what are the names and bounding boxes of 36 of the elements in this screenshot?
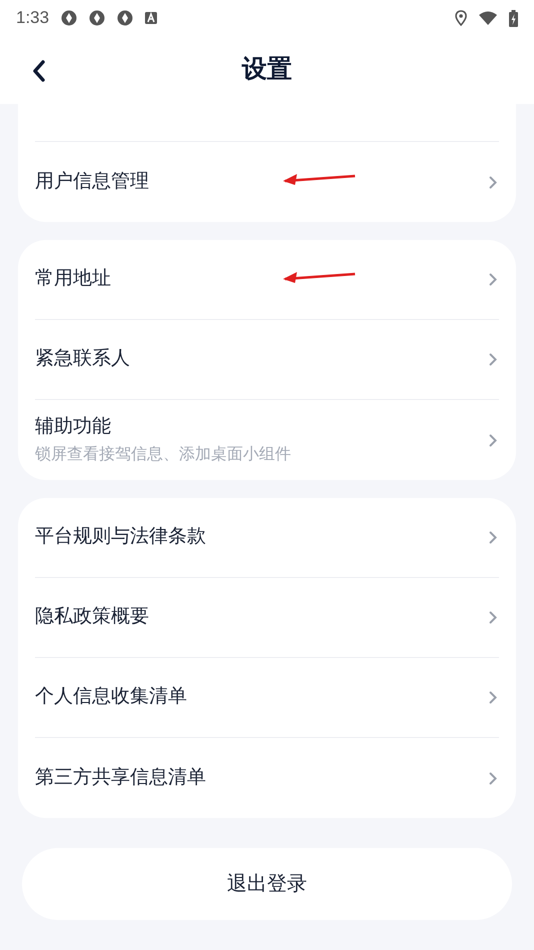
back-icon bbox=[32, 60, 46, 82]
row-label: 隐私政策概要 bbox=[35, 605, 149, 630]
settings-row[interactable]: 辅助功能 锁屏查看接驾信息、添加桌面小组件 bbox=[35, 400, 499, 480]
chevron-right-icon bbox=[489, 434, 497, 446]
chevron-right-icon bbox=[489, 531, 497, 544]
settings-row[interactable]: 常用地址 bbox=[35, 240, 499, 320]
row-subtitle: 锁屏查看接驾信息、添加桌面小组件 bbox=[35, 444, 291, 466]
row-label: 紧急联系人 bbox=[35, 347, 130, 372]
location-icon bbox=[455, 10, 467, 26]
chevron-right-icon bbox=[489, 176, 497, 188]
page-title: 设置 bbox=[242, 54, 292, 86]
a-icon bbox=[145, 12, 158, 24]
row-label: 个人信息收集清单 bbox=[35, 685, 187, 710]
settings-row[interactable]: 平台规则与法律条款 bbox=[35, 498, 499, 578]
settings-row[interactable]: 个人信息收集清单 bbox=[35, 658, 499, 738]
settings-row[interactable]: 用户信息管理 bbox=[35, 142, 499, 222]
settings-row[interactable]: 第三方共享信息清单 bbox=[35, 738, 499, 818]
aperture-icon bbox=[89, 10, 106, 26]
chevron-right-icon bbox=[489, 772, 497, 784]
chevron-right-icon bbox=[489, 353, 497, 366]
settings-row[interactable]: 紧急联系人 bbox=[35, 320, 499, 400]
aperture-icon bbox=[61, 10, 78, 26]
battery-icon bbox=[509, 10, 518, 26]
chevron-right-icon bbox=[489, 611, 497, 624]
row-label: 用户信息管理 bbox=[35, 170, 149, 194]
chevron-right-icon bbox=[489, 273, 497, 286]
row-label: 平台规则与法律条款 bbox=[35, 525, 206, 550]
chevron-right-icon bbox=[489, 691, 497, 704]
aperture-icon bbox=[117, 10, 134, 26]
row-label: 辅助功能 bbox=[35, 414, 112, 439]
wifi-icon bbox=[479, 11, 497, 25]
logout-button[interactable]: 退出登录 bbox=[22, 848, 512, 920]
row-label: 常用地址 bbox=[35, 267, 111, 292]
row-label: 第三方共享信息清单 bbox=[35, 766, 206, 790]
status-time: 1:33 bbox=[16, 7, 50, 30]
settings-row[interactable]: 隐私政策概要 bbox=[35, 578, 499, 658]
